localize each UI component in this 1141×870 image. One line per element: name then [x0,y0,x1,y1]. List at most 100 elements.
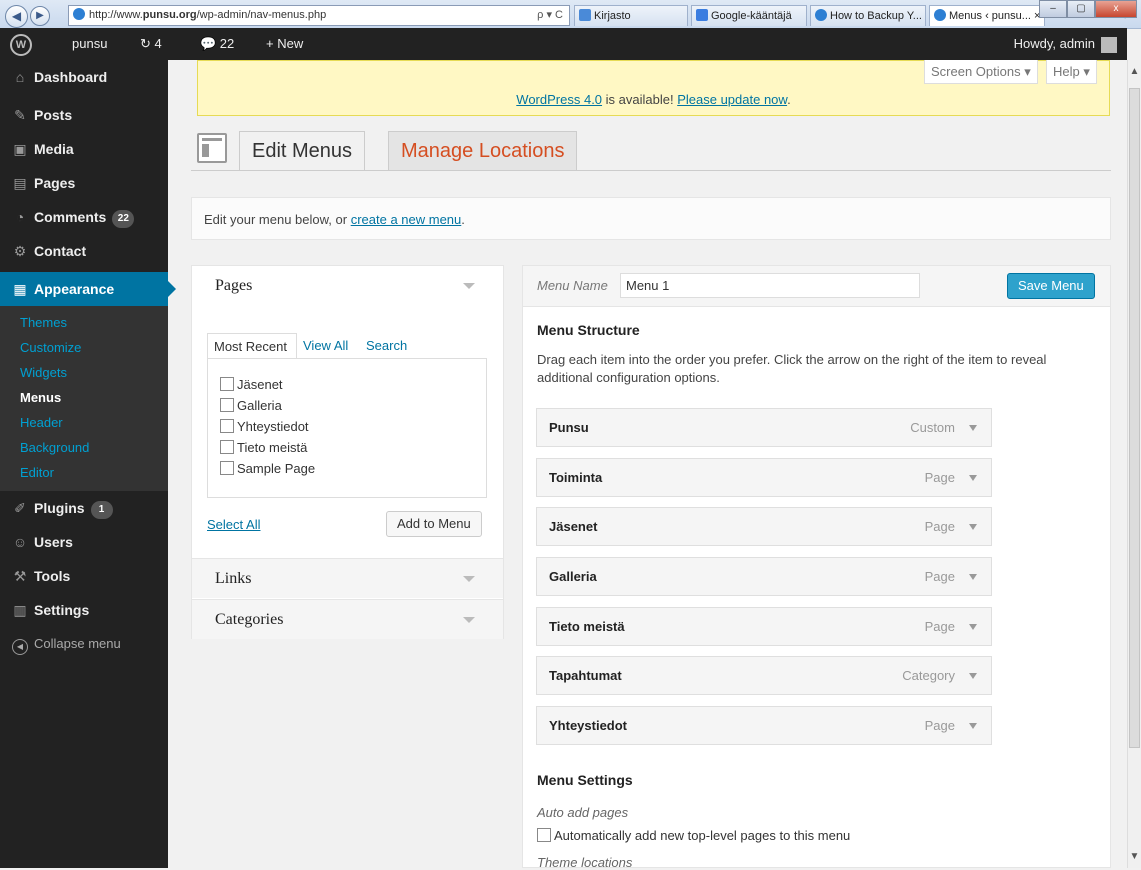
page-scrollbar[interactable]: ▲ ▼ [1127,60,1141,868]
wp-logo-menu[interactable]: W [10,28,32,60]
account-menu[interactable]: Howdy, admin [1014,28,1117,60]
item-toggle-arrow-icon[interactable] [969,723,977,729]
sidebar-item-pages[interactable]: ▤ Pages [0,166,168,200]
new-content-link[interactable]: + New [266,28,303,60]
pages-checklist: Jäsenet Galleria Yhteystiedot Tieto meis… [207,358,487,498]
list-item[interactable]: Yhteystiedot [220,416,309,437]
list-item[interactable]: Jäsenet [220,374,283,395]
update-now-link[interactable]: Please update now [677,92,787,107]
accordion-pages-header[interactable]: Pages [192,266,503,306]
submenu-background[interactable]: Background [0,435,168,460]
tab-most-recent[interactable]: Most Recent [207,333,297,359]
browser-tab-backup[interactable]: How to Backup Y... [810,5,926,26]
sidebar-item-contact[interactable]: ⚙ Contact [0,234,168,268]
menu-item-tapahtumat[interactable]: Tapahtumat Category [536,656,992,695]
sidebar-item-settings[interactable]: ▥ Settings [0,593,168,627]
sidebar-item-posts[interactable]: ✎ Posts [0,98,168,132]
screen-options-button[interactable]: Screen Options ▾ [924,60,1038,84]
wordpress-version-link[interactable]: WordPress 4.0 [516,92,602,107]
appearance-icon: ▦ [13,281,27,297]
item-toggle-arrow-icon[interactable] [969,673,977,679]
save-menu-button[interactable]: Save Menu [1007,273,1095,299]
select-all-link[interactable]: Select All [207,517,260,532]
sidebar-item-appearance[interactable]: ▦ Appearance [0,272,176,306]
auto-add-checkbox[interactable] [537,828,551,842]
manage-menus-box: Edit your menu below, or create a new me… [191,197,1111,240]
auto-add-option[interactable]: Automatically add new top-level pages to… [537,828,850,843]
sidebar-item-plugins[interactable]: ✐ Plugins 1 [0,491,168,525]
accordion-categories-header[interactable]: Categories [192,599,503,639]
comments-link[interactable]: 💬 22 [200,28,234,60]
checkbox[interactable] [220,440,234,454]
list-item[interactable]: Galleria [220,395,282,416]
item-toggle-arrow-icon[interactable] [969,574,977,580]
checkbox[interactable] [220,398,234,412]
tab-search[interactable]: Search [366,333,407,359]
plugins-count-badge: 1 [90,501,113,519]
submenu-widgets[interactable]: Widgets [0,360,168,385]
menu-item-tieto-meista[interactable]: Tieto meistä Page [536,607,992,646]
help-button[interactable]: Help ▾ [1046,60,1097,84]
add-to-menu-button[interactable]: Add to Menu [386,511,482,537]
submenu-menus[interactable]: Menus [0,385,168,410]
item-toggle-arrow-icon[interactable] [969,425,977,431]
address-controls[interactable]: ρ ▾ C [537,6,563,25]
address-bar[interactable]: http://www.punsu.org/wp-admin/nav-menus.… [68,5,570,26]
create-new-menu-link[interactable]: create a new menu [351,212,462,227]
ie-page-icon [934,9,946,21]
sidebar-item-comments[interactable]: ◔ Comments 22 [0,200,168,234]
scroll-up-icon[interactable]: ▲ [1128,66,1141,77]
browser-tab-kirjasto[interactable]: Kirjasto [574,5,688,26]
site-name-link[interactable]: punsu [72,28,107,60]
close-window-button[interactable]: x [1095,0,1137,18]
sidebar-item-dashboard[interactable]: ⌂ Dashboard [0,60,168,94]
submenu-customize[interactable]: Customize [0,335,168,360]
tab-edit-menus[interactable]: Edit Menus [239,131,366,171]
minimize-button[interactable]: – [1039,0,1067,18]
checkbox[interactable] [220,461,234,475]
maximize-button[interactable]: ▢ [1067,0,1095,18]
item-toggle-arrow-icon[interactable] [969,624,977,630]
menu-item-punsu[interactable]: Punsu Custom [536,408,992,447]
checkbox[interactable] [220,419,234,433]
sidebar-item-tools[interactable]: ⚒ Tools [0,559,168,593]
users-icon: ☺ [12,534,28,550]
tab-view-all[interactable]: View All [303,333,348,359]
admin-sidebar: ⌂ Dashboard ✎ Posts ▣ Media ▤ Pages ◔ Comment… [0,60,176,868]
item-toggle-arrow-icon[interactable] [969,475,977,481]
appearance-submenu: Themes Customize Widgets Menus Header Ba… [0,306,168,491]
accordion-links-header[interactable]: Links [192,558,503,598]
add-menu-items-accordion: Pages Most Recent View All Search Jäsene… [191,265,504,639]
list-item[interactable]: Tieto meistä [220,437,307,458]
submenu-header[interactable]: Header [0,410,168,435]
chevron-down-icon [463,283,475,289]
menu-item-toiminta[interactable]: Toiminta Page [536,458,992,497]
collapse-menu-button[interactable]: ◀ Collapse menu [0,627,168,661]
menu-editor-header: Menu Name Save Menu [523,266,1110,307]
updates-link[interactable]: ↻ 4 [140,28,162,60]
sidebar-item-users[interactable]: ☺ Users [0,525,168,559]
auto-add-label: Auto add pages [537,805,629,820]
sidebar-item-media[interactable]: ▣ Media [0,132,168,166]
admin-bar: W punsu ↻ 4 💬 22 + New Howdy, admin [0,28,1127,60]
plugin-icon: ✐ [14,500,26,516]
menu-item-yhteystiedot[interactable]: Yhteystiedot Page [536,706,992,745]
tab-manage-locations[interactable]: Manage Locations [388,131,578,171]
menu-item-galleria[interactable]: Galleria Page [536,557,992,596]
pages-icon: ▤ [13,175,27,191]
submenu-themes[interactable]: Themes [0,310,168,335]
submenu-editor[interactable]: Editor [0,460,168,485]
menu-item-jasenet[interactable]: Jäsenet Page [536,507,992,546]
checkbox[interactable] [220,377,234,391]
forward-button[interactable]: ▶ [30,6,50,26]
browser-tab-google-translate[interactable]: Google-kääntäjä [691,5,807,26]
scrollbar-thumb[interactable] [1129,88,1140,748]
scroll-down-icon[interactable]: ▼ [1128,851,1141,862]
menu-name-input[interactable] [620,273,920,298]
avatar [1101,36,1117,53]
media-icon: ▣ [13,141,27,157]
item-toggle-arrow-icon[interactable] [969,524,977,530]
browser-tab-menus[interactable]: Menus ‹ punsu... × [929,5,1045,26]
list-item[interactable]: Sample Page [220,458,315,479]
back-button[interactable]: ◀ [5,5,28,28]
